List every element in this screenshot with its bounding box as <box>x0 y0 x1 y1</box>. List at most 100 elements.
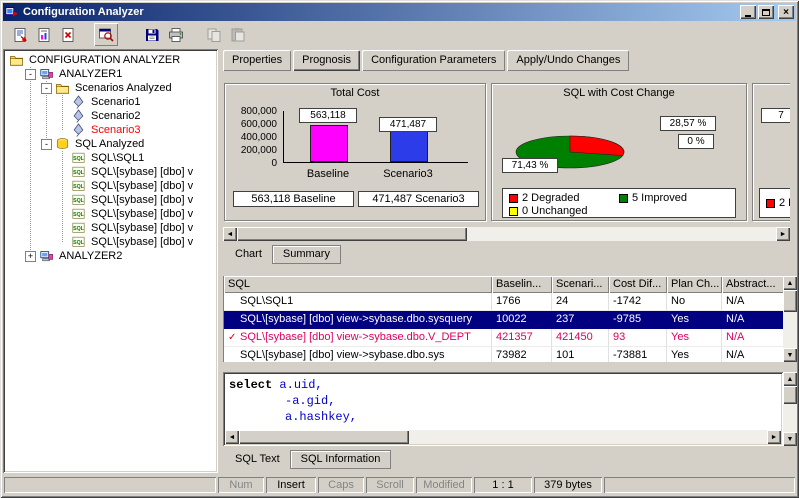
table-row[interactable]: SQL\[sybase] [dbo] view->sybase.dbo.sys … <box>224 347 783 362</box>
scrollbar-thumb[interactable] <box>783 290 797 312</box>
scroll-up-button[interactable]: ▲ <box>783 276 797 290</box>
code-line: select a.uid, <box>229 377 777 393</box>
paste-icon <box>230 27 246 43</box>
save-button[interactable] <box>140 23 164 46</box>
app-icon <box>5 5 19 19</box>
sql-horizontal-scrollbar[interactable]: ◄ ► <box>225 430 781 444</box>
table-row-selected[interactable]: SQL\[sybase] [dbo] view->sybase.dbo.sysq… <box>224 311 783 329</box>
close-button[interactable]: × <box>778 5 794 19</box>
table-row-flagged[interactable]: ✓SQL\[sybase] [dbo] view->sybase.dbo.V_D… <box>224 329 783 347</box>
tab-prognosis[interactable]: Prognosis <box>293 50 360 71</box>
scenario-cell: 24 <box>552 293 609 311</box>
tree-item-label: SQL\[sybase] [dbo] v <box>89 222 195 234</box>
sql-cost-change-chart: SQL with Cost Change 28,57 % 0 % 71,43 %… <box>491 83 747 221</box>
column-header-plan-change[interactable]: Plan Ch... <box>667 276 722 293</box>
status-message-panel <box>4 477 216 493</box>
analyzer-tree[interactable]: CONFIGURATION ANALYZER - ANALYZER1 - Sce… <box>3 49 218 473</box>
tab-chart[interactable]: Chart <box>225 246 272 263</box>
x-label-scenario3: Scenario3 <box>368 168 448 180</box>
view-tab-bar: Chart Summary <box>225 245 341 264</box>
tree-item-configuration-analyzer[interactable]: CONFIGURATION ANALYZER <box>5 53 215 67</box>
tree-item-sql[interactable]: SQL\SQL1 <box>5 151 215 165</box>
tab-summary[interactable]: Summary <box>272 245 341 264</box>
tree-item-label: SQL\[sybase] [dbo] v <box>89 208 195 220</box>
tree-item-scenarios-analyzed[interactable]: - Scenarios Analyzed <box>5 81 215 95</box>
collapse-icon[interactable]: - <box>25 69 36 80</box>
maximize-button[interactable] <box>758 5 774 19</box>
scrollbar-thumb[interactable] <box>783 386 797 404</box>
maximize-icon <box>762 9 770 16</box>
degraded-legend-swatch <box>509 194 518 203</box>
titlebar[interactable]: Configuration Analyzer × <box>3 3 796 21</box>
tree-item-sql[interactable]: SQL\[sybase] [dbo] v <box>5 165 215 179</box>
tab-sql-information[interactable]: SQL Information <box>290 450 392 469</box>
collapse-icon[interactable]: - <box>41 139 52 150</box>
scroll-down-button[interactable]: ▼ <box>783 348 797 362</box>
scrollbar-thumb[interactable] <box>237 227 467 241</box>
column-header-abstract-plan[interactable]: Abstract... <box>722 276 783 293</box>
column-header-sql[interactable]: SQL <box>224 276 492 293</box>
sql-icon <box>71 151 86 165</box>
column-header-baseline[interactable]: Baselin... <box>492 276 552 293</box>
tree-item-sql[interactable]: SQL\[sybase] [dbo] v <box>5 235 215 249</box>
scroll-down-button[interactable]: ▼ <box>783 432 797 446</box>
y-tick: 400,000 <box>229 132 277 143</box>
tree-item-label: Scenario3 <box>89 124 143 136</box>
collapse-icon[interactable]: - <box>41 83 52 94</box>
tree-item-scenario1[interactable]: Scenario1 <box>5 95 215 109</box>
tree-item-scenario2[interactable]: Scenario2 <box>5 109 215 123</box>
main-tab-bar: Properties Prognosis Configuration Param… <box>223 50 631 71</box>
scroll-left-button[interactable]: ◄ <box>223 227 237 241</box>
minimize-button[interactable] <box>740 5 756 19</box>
paste-button <box>226 23 250 46</box>
sql-icon <box>71 193 86 207</box>
delete-analysis-icon <box>60 27 76 43</box>
table-row[interactable]: SQL\SQL1 1766 24 -1742 No N/A <box>224 293 783 311</box>
print-button[interactable] <box>164 23 188 46</box>
table-vertical-scrollbar[interactable]: ▲ ▼ <box>783 276 797 362</box>
column-header-scenario[interactable]: Scenari... <box>552 276 609 293</box>
scenario-icon <box>71 123 86 137</box>
expand-icon[interactable]: + <box>25 251 36 262</box>
folder-icon <box>55 81 70 95</box>
tree-item-sql[interactable]: SQL\[sybase] [dbo] v <box>5 193 215 207</box>
new-analysis-button[interactable] <box>8 23 32 46</box>
tree-item-label: ANALYZER1 <box>57 68 124 80</box>
tab-properties[interactable]: Properties <box>223 50 291 71</box>
tab-configuration-parameters[interactable]: Configuration Parameters <box>362 50 505 71</box>
scroll-right-button[interactable]: ► <box>776 227 790 241</box>
tree-item-label: SQL\SQL1 <box>89 152 146 164</box>
charts-horizontal-scrollbar[interactable]: ◄ ► <box>223 227 790 241</box>
status-modified: Modified <box>416 477 472 493</box>
scenario-icon <box>71 109 86 123</box>
tab-apply-undo-changes[interactable]: Apply/Undo Changes <box>507 50 629 71</box>
analysis-report-button[interactable] <box>32 23 56 46</box>
column-header-cost-difference[interactable]: Cost Dif... <box>609 276 667 293</box>
baseline-cell: 1766 <box>492 293 552 311</box>
pie-slice-degraded <box>570 136 624 156</box>
scroll-left-button[interactable]: ◄ <box>225 430 239 444</box>
tree-item-analyzer1[interactable]: - ANALYZER1 <box>5 67 215 81</box>
legend-label: 2 Degraded <box>779 197 790 209</box>
scroll-right-button[interactable]: ► <box>767 430 781 444</box>
sql-vertical-scrollbar[interactable]: ▲ ▼ <box>783 372 797 446</box>
scroll-up-button[interactable]: ▲ <box>783 372 797 386</box>
inspect-button[interactable] <box>94 23 118 46</box>
status-byte-count: 379 bytes <box>534 477 602 493</box>
delete-analysis-button[interactable] <box>56 23 80 46</box>
tree-item-sql[interactable]: SQL\[sybase] [dbo] v <box>5 179 215 193</box>
tree-item-sql[interactable]: SQL\[sybase] [dbo] v <box>5 221 215 235</box>
scrollbar-thumb[interactable] <box>239 430 409 444</box>
status-scroll-lock: Scroll <box>366 477 414 493</box>
tree-item-sql-analyzed[interactable]: - SQL Analyzed <box>5 137 215 151</box>
charts-area: Total Cost 800,000 600,000 400,000 200,0… <box>223 77 790 227</box>
status-filler-panel <box>604 477 795 493</box>
tab-sql-text[interactable]: SQL Text <box>225 451 290 468</box>
plan-change-cell: Yes <box>667 311 722 329</box>
tree-item-label: Scenario2 <box>89 110 143 122</box>
tree-item-scenario3[interactable]: Scenario3 <box>5 123 215 137</box>
legend-label: 0 Unchanged <box>522 205 587 217</box>
tree-item-analyzer2[interactable]: + ANALYZER2 <box>5 249 215 263</box>
tree-item-sql[interactable]: SQL\[sybase] [dbo] v <box>5 207 215 221</box>
window-title: Configuration Analyzer <box>23 6 738 18</box>
